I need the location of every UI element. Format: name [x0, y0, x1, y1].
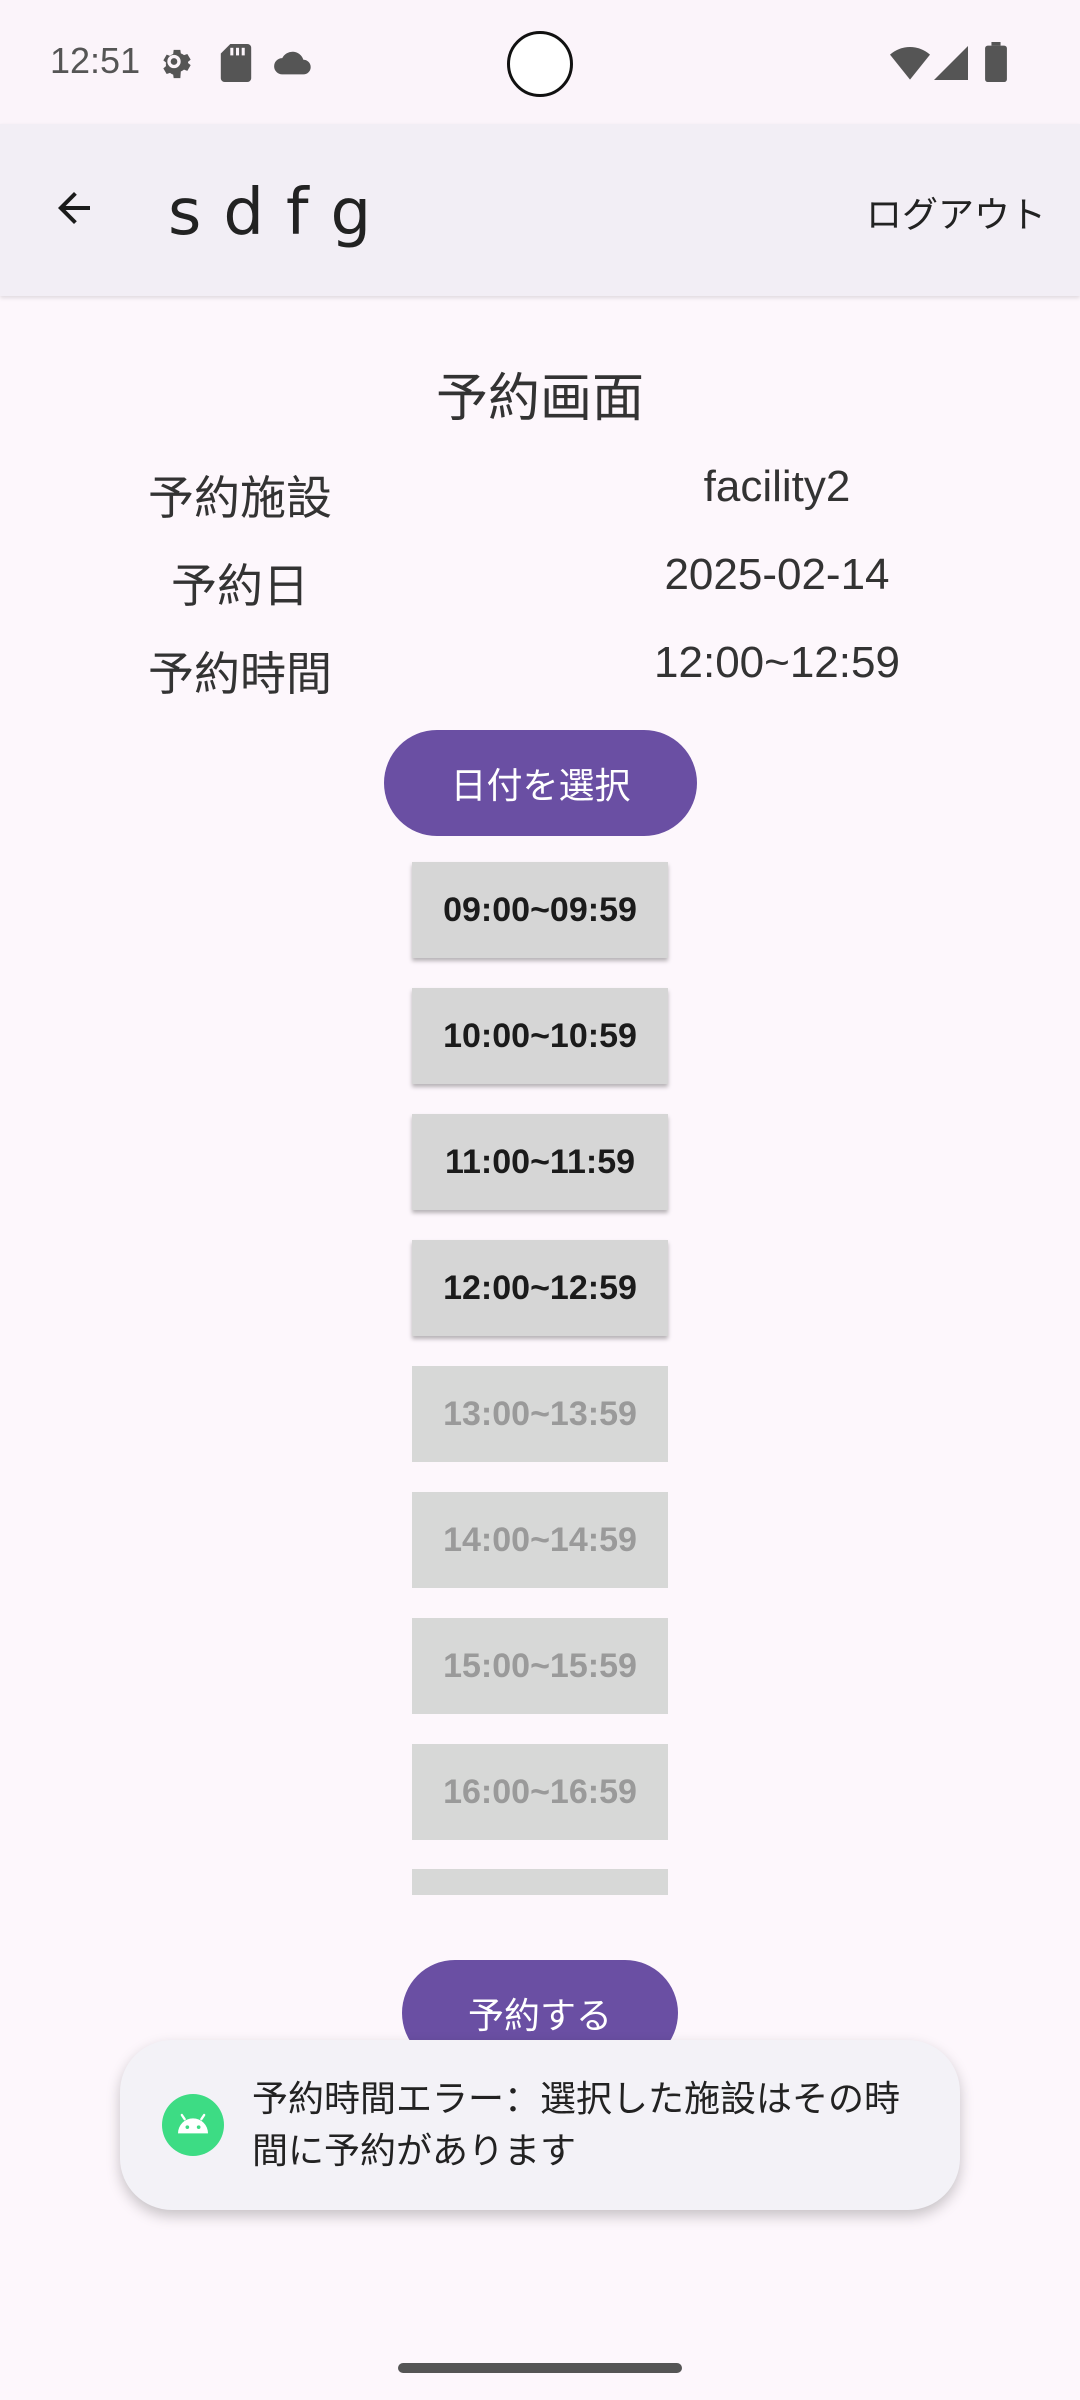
- time-slot-button[interactable]: 12:00~12:59: [412, 1240, 668, 1336]
- toast-message: 予約時間エラー：選択した施設はその時間に予約があります: [252, 2079, 901, 2172]
- time-slot-button-disabled: 15:00~15:59: [412, 1618, 668, 1714]
- screen: 12:51 sdfg ログアウト 予約画面 予約施設 facility2 予約日…: [0, 0, 1080, 2400]
- error-toast: 予約時間エラー：選択した施設はその時間に予約があります: [120, 2040, 960, 2210]
- time-slot-button[interactable]: 09:00~09:59: [412, 862, 668, 958]
- time-slot-button-disabled: 13:00~13:59: [412, 1366, 668, 1462]
- time-slot-button-disabled: 16:00~16:59: [412, 1744, 668, 1840]
- android-icon: [162, 2094, 224, 2156]
- time-slot-button[interactable]: 11:00~11:59: [412, 1114, 668, 1210]
- time-slot-button-disabled: 14:00~14:59: [412, 1492, 668, 1588]
- time-slot-button[interactable]: 10:00~10:59: [412, 988, 668, 1084]
- time-slot-partial: [412, 1869, 668, 1895]
- home-indicator[interactable]: [398, 2363, 682, 2373]
